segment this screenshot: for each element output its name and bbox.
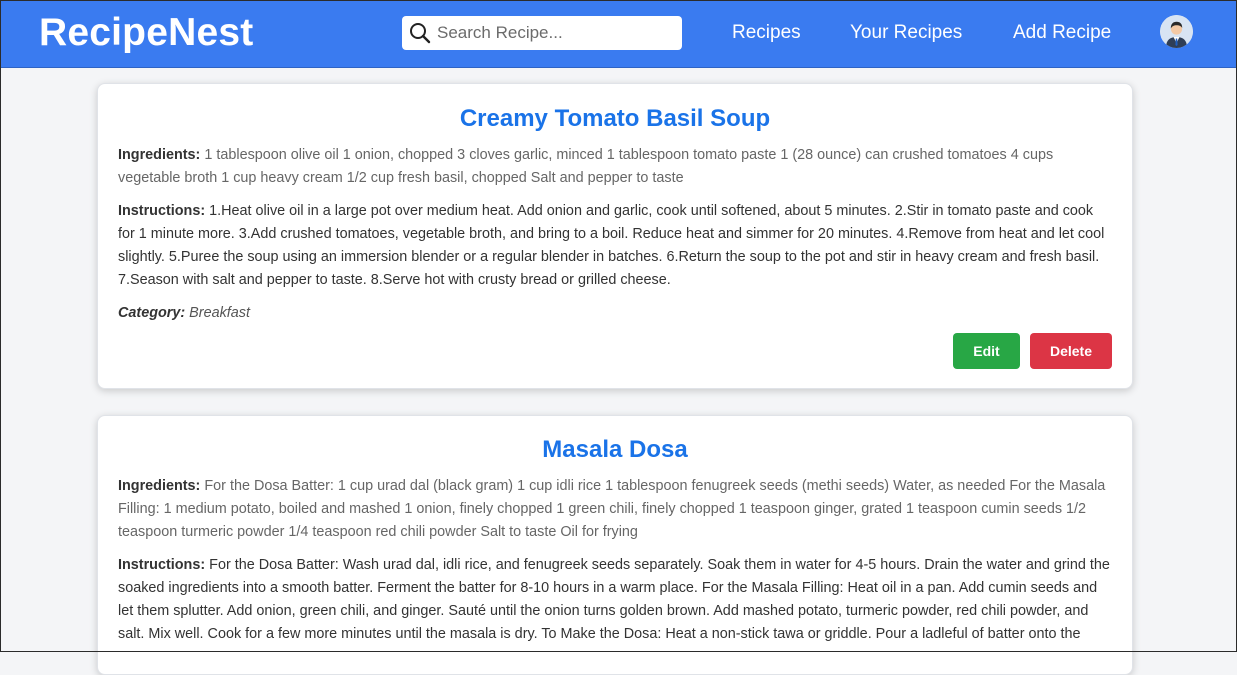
ingredients-text: 1 tablespoon olive oil 1 onion, chopped …	[118, 147, 1054, 186]
recipe-ingredients: Ingredients: 1 tablespoon olive oil 1 on…	[118, 144, 1112, 190]
recipe-ingredients: Ingredients: For the Dosa Batter: 1 cup …	[118, 475, 1112, 544]
recipe-title: Creamy Tomato Basil Soup	[459, 105, 771, 132]
ingredients-text: For the Dosa Batter: 1 cup urad dal (bla…	[118, 478, 1106, 540]
nav-link-recipes[interactable]: Recipes	[732, 21, 801, 45]
edit-button[interactable]: Edit	[953, 333, 1020, 369]
search-icon	[408, 21, 432, 45]
recipe-title: Masala Dosa	[542, 436, 688, 463]
navbar: RecipeNest Recipes Your Recipes Add Reci…	[0, 0, 1237, 68]
category-label: Category:	[118, 305, 186, 321]
ingredients-label: Ingredients:	[118, 147, 201, 163]
ingredients-label: Ingredients:	[118, 478, 201, 494]
search-box[interactable]	[402, 16, 682, 50]
nav-link-your-recipes[interactable]: Your Recipes	[850, 21, 962, 45]
recipe-instructions: Instructions: 1.Heat olive oil in a larg…	[118, 200, 1112, 292]
recipe-category: Category: Breakfast	[118, 302, 1112, 325]
recipe-card: Creamy Tomato Basil Soup Ingredients: 1 …	[97, 83, 1133, 389]
brand-logo[interactable]: RecipeNest	[39, 10, 253, 56]
recipe-actions: Edit Delete	[953, 333, 1112, 369]
instructions-label: Instructions:	[118, 557, 206, 573]
delete-button[interactable]: Delete	[1030, 333, 1112, 369]
search-input[interactable]	[437, 20, 673, 46]
recipe-card: Masala Dosa Ingredients: For the Dosa Ba…	[97, 415, 1133, 675]
instructions-text: 1.Heat olive oil in a large pot over med…	[118, 203, 1105, 288]
nav-link-add-recipe[interactable]: Add Recipe	[1013, 21, 1111, 45]
category-text: Breakfast	[189, 305, 250, 321]
recipe-instructions: Instructions: For the Dosa Batter: Wash …	[118, 554, 1112, 646]
instructions-label: Instructions:	[118, 203, 206, 219]
user-avatar-icon[interactable]	[1160, 15, 1193, 48]
instructions-text: For the Dosa Batter: Wash urad dal, idli…	[118, 557, 1110, 642]
